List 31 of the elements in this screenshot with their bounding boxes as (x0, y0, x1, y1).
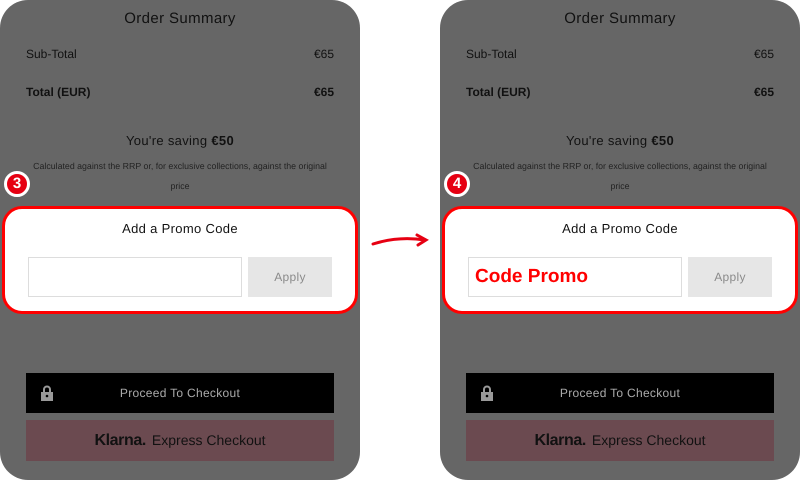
summary-amount: €65 (314, 84, 334, 100)
summary-label: Total (EUR) (466, 84, 530, 100)
step-badge: 3 (4, 171, 30, 197)
savings-note: Calculated against the RRP or, for exclusive collections, against the original price (472, 160, 768, 193)
saving-text: You're saving €50 (564, 132, 675, 150)
summary-label: Total (EUR) (26, 84, 90, 100)
express-checkout-label: Express Checkout (592, 431, 706, 450)
order-summary-title: Order Summary (563, 9, 677, 29)
summary-amount: €65 (754, 84, 774, 100)
klarna-button[interactable]: Klarna. Express Checkout (466, 420, 774, 461)
summary-label: Sub-Total (466, 46, 517, 62)
lock-icon (480, 385, 494, 401)
saving-text: You're saving €50 (124, 132, 235, 150)
klarna-logo: Klarna. (534, 430, 586, 450)
express-checkout-label: Express Checkout (152, 431, 266, 450)
summary-amount: €65 (754, 46, 774, 62)
lock-icon (40, 385, 54, 401)
order-summary-title: Order Summary (123, 9, 237, 29)
promo-code-field[interactable] (28, 256, 242, 296)
promo-code-field[interactable]: Code Promo (468, 256, 682, 296)
klarna-logo: Klarna. (94, 430, 146, 450)
checkout-button[interactable]: Proceed To Checkout (466, 373, 774, 413)
step-badge: 4 (444, 171, 470, 197)
curved-arrow-icon (370, 232, 430, 248)
checkout-button[interactable]: Proceed To Checkout (26, 373, 334, 413)
savings-note: Calculated against the RRP or, for exclusive collections, against the original price (32, 160, 328, 193)
summary-amount: €65 (314, 46, 334, 62)
summary-label: Sub-Total (26, 46, 77, 62)
promo-title: Add a Promo Code (122, 220, 238, 238)
klarna-button[interactable]: Klarna. Express Checkout (26, 420, 334, 461)
promo-title: Add a Promo Code (562, 220, 678, 238)
